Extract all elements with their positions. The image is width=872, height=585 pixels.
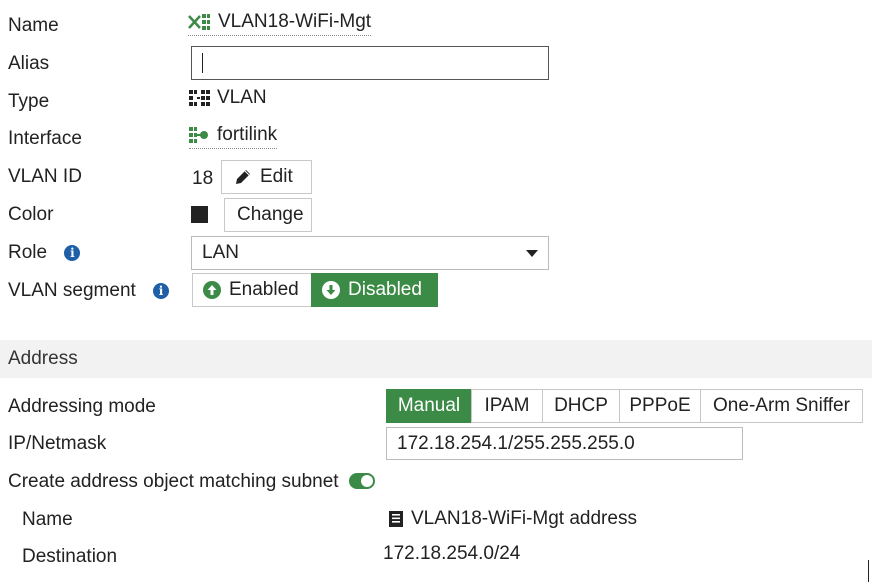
role-label: Role i bbox=[8, 242, 81, 264]
ip-netmask-input[interactable]: 172.18.254.1/255.255.255.0 bbox=[386, 427, 743, 460]
addressing-mode-selector: Manual IPAM DHCP PPPoE One-Arm Sniffer bbox=[386, 389, 863, 423]
vlan-segment-text: VLAN segment bbox=[8, 280, 136, 301]
address-object-name-text: VLAN18-WiFi-Mgt address bbox=[411, 508, 637, 529]
type-value: VLAN bbox=[189, 87, 267, 109]
interface-label: Interface bbox=[8, 128, 82, 149]
name-value: VLAN18-WiFi-Mgt bbox=[188, 11, 372, 36]
mode-ipam[interactable]: IPAM bbox=[471, 389, 543, 423]
name-label: Name bbox=[8, 15, 59, 36]
role-text: Role bbox=[8, 242, 48, 263]
chevron-down-icon bbox=[526, 250, 538, 257]
create-address-object-toggle[interactable] bbox=[349, 473, 375, 489]
addressing-mode-label: Addressing mode bbox=[8, 396, 156, 417]
disabled-label: Disabled bbox=[348, 279, 422, 300]
edit-label: Edit bbox=[260, 166, 293, 187]
arrow-up-circle-icon bbox=[203, 281, 221, 299]
vlan-segment-label: VLAN segment i bbox=[8, 280, 170, 302]
change-color-button[interactable]: Change bbox=[224, 198, 312, 232]
name-text: VLAN18-WiFi-Mgt bbox=[218, 11, 372, 32]
vlan-network-icon bbox=[188, 14, 210, 30]
create-address-object-label: Create address object matching subnet bbox=[8, 471, 339, 492]
color-label: Color bbox=[8, 204, 54, 225]
vlan-segment-enabled-option[interactable]: Enabled bbox=[192, 273, 312, 307]
vlan-segment-disabled-option[interactable]: Disabled bbox=[311, 273, 438, 307]
vlan-type-icon bbox=[189, 90, 210, 106]
type-text: VLAN bbox=[217, 87, 267, 108]
window-edge-marker bbox=[868, 560, 869, 582]
alias-input[interactable] bbox=[191, 46, 549, 80]
destination-value: 172.18.254.0/24 bbox=[383, 543, 521, 564]
text-cursor bbox=[202, 53, 203, 73]
address-object-name-value: VLAN18-WiFi-Mgt address bbox=[387, 508, 637, 530]
role-select[interactable]: LAN bbox=[191, 236, 549, 270]
mode-manual[interactable]: Manual bbox=[386, 389, 472, 423]
vlan-id-label: VLAN ID bbox=[8, 166, 82, 187]
address-object-icon bbox=[389, 511, 403, 527]
address-section-title: Address bbox=[8, 348, 78, 369]
mode-one-arm-sniffer[interactable]: One-Arm Sniffer bbox=[700, 389, 863, 423]
alias-label: Alias bbox=[8, 53, 50, 74]
address-section-header: Address bbox=[0, 340, 872, 378]
color-swatch bbox=[191, 206, 208, 223]
info-icon[interactable]: i bbox=[153, 282, 170, 299]
vlan-segment-toggle: Enabled Disabled bbox=[192, 273, 438, 307]
change-label: Change bbox=[237, 204, 304, 225]
enabled-label: Enabled bbox=[229, 279, 299, 300]
pencil-icon bbox=[236, 170, 250, 184]
role-selected-value: LAN bbox=[202, 242, 239, 263]
fortilink-icon bbox=[189, 127, 208, 143]
arrow-down-circle-icon bbox=[322, 281, 340, 299]
interface-text: fortilink bbox=[217, 124, 278, 145]
interface-value[interactable]: fortilink bbox=[189, 124, 278, 149]
destination-label: Destination bbox=[22, 546, 118, 567]
toggle-knob bbox=[361, 475, 373, 487]
mode-pppoe[interactable]: PPPoE bbox=[619, 389, 701, 423]
address-object-name-label: Name bbox=[22, 509, 73, 530]
info-icon[interactable]: i bbox=[64, 244, 81, 261]
ip-netmask-label: IP/Netmask bbox=[8, 433, 107, 454]
edit-vlan-id-button[interactable]: Edit bbox=[221, 160, 312, 194]
mode-dhcp[interactable]: DHCP bbox=[542, 389, 620, 423]
vlan-id-value: 18 bbox=[192, 168, 214, 189]
type-label: Type bbox=[8, 91, 50, 112]
